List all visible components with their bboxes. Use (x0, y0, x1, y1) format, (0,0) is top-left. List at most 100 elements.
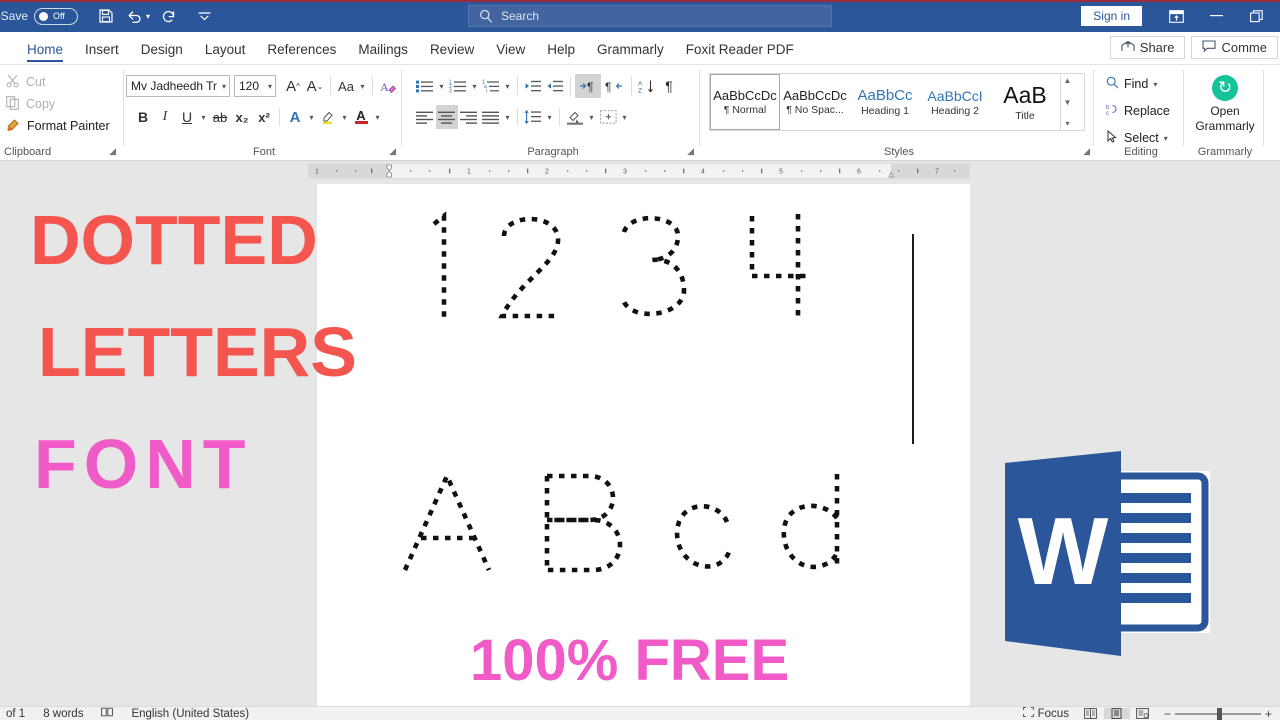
tab-insert[interactable]: Insert (74, 37, 130, 64)
font-name-caret-icon[interactable]: ▾ (222, 82, 226, 91)
shrink-font-icon[interactable]: A⌄ (304, 74, 326, 98)
font-size-input[interactable]: 120 ▾ (234, 75, 276, 97)
styles-scrollbar[interactable]: ▲ ▼ ▾ (1060, 74, 1074, 130)
change-case-button[interactable]: Aa (335, 74, 357, 98)
zoom-out-button[interactable]: − (1164, 707, 1171, 720)
font-size-caret-icon[interactable]: ▾ (268, 82, 272, 91)
sort-icon[interactable]: AZ (636, 74, 658, 98)
line-spacing-icon[interactable] (522, 105, 544, 129)
left-to-right-icon[interactable]: ¶ (575, 74, 601, 98)
right-to-left-icon[interactable]: ¶ (601, 74, 627, 98)
tab-mailings[interactable]: Mailings (347, 37, 419, 64)
numbered-list-caret-icon[interactable]: ▾ (469, 82, 480, 91)
tab-home[interactable]: Home (16, 37, 74, 64)
tab-grammarly[interactable]: Grammarly (586, 37, 675, 64)
align-right-icon[interactable] (458, 105, 480, 129)
paragraph-marks-icon[interactable]: ¶ (658, 74, 680, 98)
style-no-spacing[interactable]: AaBbCcDc ¶ No Spac... (780, 74, 850, 130)
superscript-button[interactable]: x² (253, 105, 275, 129)
strikethrough-button[interactable]: ab (209, 105, 231, 129)
format-painter-button[interactable]: Format Painter (0, 115, 124, 137)
borders-caret-icon[interactable]: ▾ (619, 113, 630, 122)
ribbon-display-options-icon[interactable] (1156, 0, 1196, 32)
change-case-caret-icon[interactable]: ▾ (357, 82, 368, 91)
redo-icon[interactable] (154, 3, 182, 29)
tab-view[interactable]: View (485, 37, 536, 64)
autosave-toggle[interactable]: Off (34, 8, 78, 25)
search-box[interactable]: Search (468, 5, 832, 27)
tab-layout[interactable]: Layout (194, 37, 257, 64)
font-dialog-launcher-icon[interactable]: ◢ (389, 146, 396, 157)
underline-button[interactable]: U (176, 105, 198, 129)
restore-icon[interactable] (1236, 0, 1276, 32)
shading-caret-icon[interactable]: ▾ (586, 113, 597, 122)
page-indicator[interactable]: of 1 (0, 708, 34, 720)
multilevel-list-caret-icon[interactable]: ▾ (502, 82, 513, 91)
zoom-slider[interactable]: − + (1156, 707, 1280, 720)
font-color-button[interactable]: A (350, 105, 372, 129)
italic-button[interactable]: I (154, 105, 176, 129)
decrease-indent-icon[interactable] (522, 74, 544, 98)
styles-scroll-up-icon[interactable]: ▲ (1064, 76, 1072, 85)
tab-foxit-reader-pdf[interactable]: Foxit Reader PDF (675, 37, 805, 64)
text-effects-button[interactable]: A (284, 105, 306, 129)
increase-indent-icon[interactable] (544, 74, 566, 98)
horizontal-ruler[interactable]: 1 1 2 3 4 5 6 7 (308, 163, 970, 179)
align-center-icon[interactable] (436, 105, 458, 129)
save-icon[interactable] (92, 3, 120, 29)
select-button[interactable]: Select ▾ (1106, 128, 1184, 148)
highlight-caret-icon[interactable]: ▾ (339, 113, 350, 122)
subscript-button[interactable]: x₂ (231, 105, 253, 129)
highlight-icon[interactable] (317, 105, 339, 129)
justify-icon[interactable] (480, 105, 502, 129)
bullet-list-icon[interactable] (414, 74, 436, 98)
word-count[interactable]: 8 words (34, 708, 92, 720)
web-layout-icon[interactable] (1130, 708, 1156, 719)
text-effects-caret-icon[interactable]: ▾ (306, 113, 317, 122)
cut-button[interactable]: Cut (0, 71, 124, 93)
language-indicator[interactable]: English (United States) (122, 708, 258, 720)
style-heading-1[interactable]: AaBbCc Heading 1 (850, 74, 920, 130)
font-color-caret-icon[interactable]: ▾ (372, 113, 383, 122)
shading-icon[interactable] (564, 105, 586, 129)
grow-font-icon[interactable]: A^ (282, 74, 304, 98)
multilevel-list-icon[interactable]: 1ai (480, 74, 502, 98)
sign-in-button[interactable]: Sign in (1081, 6, 1142, 26)
borders-icon[interactable] (597, 105, 619, 129)
read-mode-icon[interactable] (1078, 708, 1104, 719)
numbered-list-icon[interactable]: 123 (447, 74, 469, 98)
share-button[interactable]: Share (1110, 36, 1186, 59)
print-layout-icon[interactable] (1104, 708, 1130, 719)
tab-design[interactable]: Design (130, 37, 194, 64)
tab-references[interactable]: References (256, 37, 347, 64)
clear-formatting-icon[interactable]: A (377, 74, 399, 98)
zoom-in-button[interactable]: + (1265, 707, 1272, 720)
clipboard-dialog-launcher-icon[interactable]: ◢ (109, 146, 116, 157)
proofing-status[interactable] (92, 707, 122, 720)
line-spacing-caret-icon[interactable]: ▾ (544, 113, 555, 122)
alignment-caret-icon[interactable]: ▾ (502, 113, 513, 122)
tab-help[interactable]: Help (536, 37, 586, 64)
minimize-icon[interactable] (1196, 0, 1236, 32)
focus-mode-button[interactable]: Focus (1014, 707, 1078, 720)
copy-button[interactable]: Copy (0, 93, 124, 115)
style-title[interactable]: AaB Title (990, 74, 1060, 130)
font-name-input[interactable]: Mv Jadheedh Tr ▾ (126, 75, 230, 97)
open-grammarly-button[interactable]: ↻ Open Grammarly (1186, 65, 1264, 134)
tab-review[interactable]: Review (419, 37, 485, 64)
find-button[interactable]: Find ▾ (1106, 74, 1184, 94)
select-caret-icon[interactable]: ▾ (1164, 134, 1168, 143)
paragraph-dialog-launcher-icon[interactable]: ◢ (687, 146, 694, 157)
bullet-list-caret-icon[interactable]: ▾ (436, 82, 447, 91)
find-caret-icon[interactable]: ▾ (1153, 80, 1157, 89)
align-left-icon[interactable] (414, 105, 436, 129)
styles-dialog-launcher-icon[interactable]: ◢ (1083, 146, 1090, 157)
undo-dropdown-caret-icon[interactable]: ▾ (142, 12, 154, 21)
bold-button[interactable]: B (132, 105, 154, 129)
style-normal[interactable]: AaBbCcDc ¶ Normal (710, 74, 780, 130)
style-heading-2[interactable]: AaBbCcI Heading 2 (920, 74, 990, 130)
zoom-track[interactable] (1175, 713, 1261, 715)
underline-caret-icon[interactable]: ▾ (198, 113, 209, 122)
styles-more-icon[interactable]: ▾ (1065, 119, 1069, 128)
styles-scroll-down-icon[interactable]: ▼ (1064, 98, 1072, 107)
